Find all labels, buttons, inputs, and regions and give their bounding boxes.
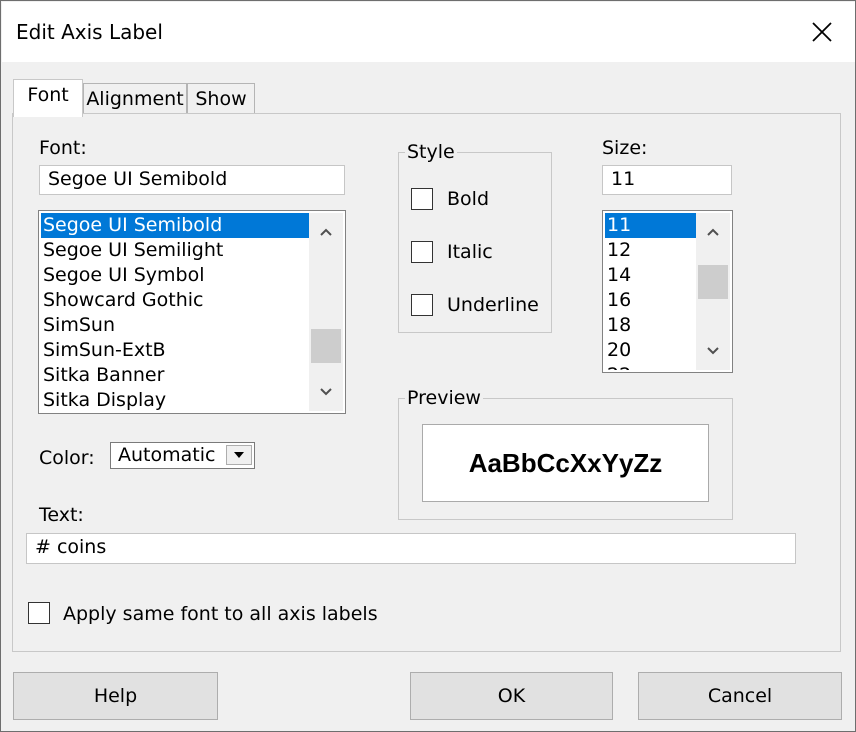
font-list-item[interactable]: Segoe UI Symbol: [41, 263, 309, 288]
scroll-down-button[interactable]: [309, 377, 343, 407]
help-button[interactable]: Help: [13, 672, 218, 720]
size-list-item[interactable]: 11: [605, 213, 696, 238]
chevron-down-icon: [707, 347, 719, 355]
scroll-up-button[interactable]: [309, 217, 343, 247]
text-input[interactable]: # coins: [26, 533, 796, 564]
font-list-item[interactable]: Segoe UI Semilight: [41, 238, 309, 263]
tab-font-label: Font: [27, 84, 69, 106]
dialog-window: Edit Axis Label Font Alignment Show Font…: [0, 0, 856, 732]
triangle-down-icon: [234, 452, 244, 458]
apply-all-checkbox[interactable]: [28, 602, 50, 624]
preview-group-label: Preview: [405, 387, 483, 409]
size-list-scrollbar[interactable]: [696, 213, 730, 370]
close-button[interactable]: [798, 8, 846, 56]
ok-button-label: OK: [497, 685, 526, 707]
font-list-item[interactable]: Sitka Display: [41, 388, 309, 411]
size-label: Size:: [602, 137, 648, 159]
font-list-item[interactable]: Sitka Banner: [41, 363, 309, 388]
font-list-item[interactable]: SimSun-ExtB: [41, 338, 309, 363]
tab-show-label: Show: [195, 88, 247, 110]
scroll-down-button[interactable]: [696, 336, 730, 366]
font-list-item[interactable]: Showcard Gothic: [41, 288, 309, 313]
color-dropdown-value: Automatic: [118, 444, 216, 466]
font-list-item[interactable]: SimSun: [41, 313, 309, 338]
scroll-thumb[interactable]: [311, 329, 341, 363]
color-dropdown-button[interactable]: [226, 445, 252, 465]
preview-sample: AaBbCcXxYyZz: [422, 424, 709, 502]
tab-alignment[interactable]: Alignment: [83, 83, 187, 117]
cancel-button[interactable]: Cancel: [638, 672, 842, 720]
italic-checkbox[interactable]: [411, 241, 433, 263]
font-list-items: Segoe UI Semibold Segoe UI Semilight Seg…: [41, 213, 309, 411]
window-title: Edit Axis Label: [16, 20, 163, 44]
style-group-label: Style: [405, 141, 457, 163]
color-dropdown[interactable]: Automatic: [110, 442, 255, 469]
size-list-item[interactable]: 16: [605, 288, 696, 313]
size-list-items: 11 12 14 16 18 20 22: [605, 213, 696, 370]
size-list-item[interactable]: 20: [605, 338, 696, 363]
tab-font[interactable]: Font: [13, 79, 83, 117]
tab-show[interactable]: Show: [187, 83, 255, 117]
underline-checkbox[interactable]: [411, 294, 433, 316]
font-input[interactable]: Segoe UI Semibold: [39, 165, 345, 195]
chevron-up-icon: [320, 228, 332, 236]
size-list-item[interactable]: 18: [605, 313, 696, 338]
chevron-down-icon: [320, 388, 332, 396]
italic-label: Italic: [447, 241, 493, 263]
help-button-label: Help: [93, 685, 138, 707]
size-list-item[interactable]: 22: [605, 363, 696, 370]
bold-label: Bold: [447, 188, 489, 210]
chevron-up-icon: [707, 228, 719, 236]
title-bar: Edit Axis Label: [2, 2, 855, 62]
text-label: Text:: [39, 504, 84, 526]
apply-all-label: Apply same font to all axis labels: [63, 603, 378, 625]
underline-label: Underline: [447, 294, 539, 316]
tab-alignment-label: Alignment: [86, 88, 184, 110]
cancel-button-label: Cancel: [707, 685, 773, 707]
font-label: Font:: [39, 137, 87, 159]
ok-button[interactable]: OK: [410, 672, 613, 720]
size-list[interactable]: 11 12 14 16 18 20 22: [602, 210, 733, 373]
size-list-item[interactable]: 12: [605, 238, 696, 263]
bold-checkbox[interactable]: [411, 188, 433, 210]
size-input[interactable]: 11: [602, 165, 732, 195]
font-list-item[interactable]: Segoe UI Semibold: [41, 213, 309, 238]
scroll-up-button[interactable]: [696, 217, 730, 247]
font-list-scrollbar[interactable]: [309, 213, 343, 411]
color-label: Color:: [39, 447, 95, 469]
font-list[interactable]: Segoe UI Semibold Segoe UI Semilight Seg…: [38, 210, 346, 414]
size-list-item[interactable]: 14: [605, 263, 696, 288]
close-icon: [812, 22, 832, 42]
scroll-thumb[interactable]: [698, 265, 728, 299]
